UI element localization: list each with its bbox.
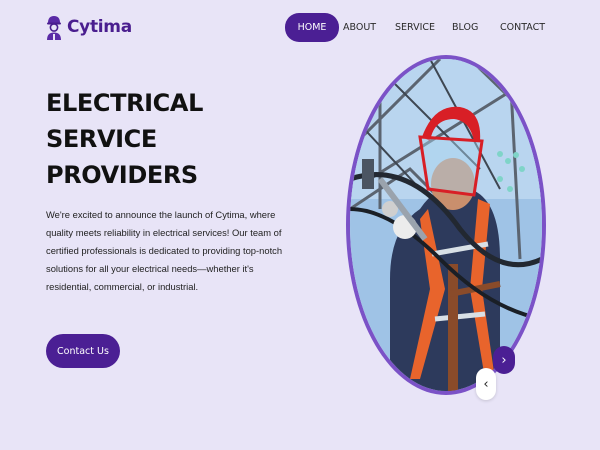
nav-item-service[interactable]: SERVICE (395, 13, 435, 42)
chevron-left-icon: ‹ (483, 376, 489, 392)
nav-item-contact[interactable]: CONTACT (500, 13, 545, 42)
hero-title-line-1: ELECTRICAL (46, 89, 203, 117)
electrician-photo (346, 55, 546, 395)
nav-item-home[interactable]: HOME (285, 13, 339, 42)
slider-next-button[interactable]: › (493, 346, 515, 374)
hero-title-line-2: SERVICE (46, 125, 157, 153)
nav-item-about[interactable]: ABOUT (343, 13, 376, 42)
chevron-right-icon: › (501, 352, 507, 368)
site-header: Cytima HOME ABOUT SERVICE BLOG CONTACT (0, 0, 600, 56)
hero-title-line-3: PROVIDERS (46, 161, 198, 189)
worker-logo-icon (47, 16, 61, 40)
electrician-illustration (350, 59, 542, 391)
contact-us-button[interactable]: Contact Us (46, 334, 120, 368)
brand-logo[interactable]: Cytima (45, 13, 132, 41)
brand-name: Cytima (67, 17, 132, 37)
hero-title: ELECTRICAL SERVICE PROVIDERS (46, 85, 203, 193)
slider-prev-button[interactable]: ‹ (476, 368, 496, 400)
nav-item-blog[interactable]: BLOG (452, 13, 478, 42)
hero-description: We're excited to announce the launch of … (46, 209, 283, 292)
